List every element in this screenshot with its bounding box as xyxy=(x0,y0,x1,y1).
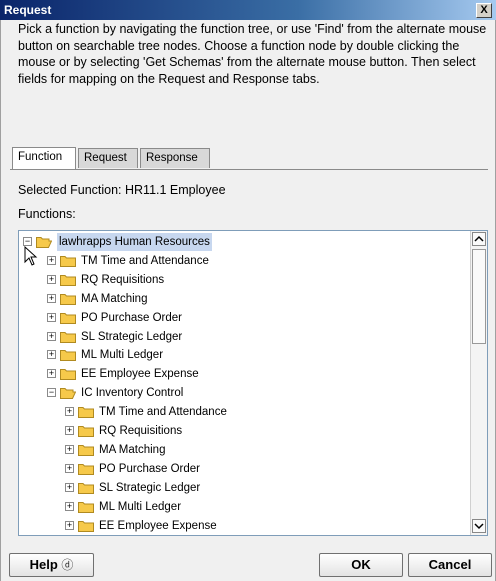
tree-node-label: MA Matching xyxy=(81,292,148,305)
vertical-scrollbar[interactable] xyxy=(470,231,487,535)
tree-node-label: IC Inventory Control xyxy=(81,387,184,400)
help-button[interactable]: Help ⓓ xyxy=(9,553,94,577)
folder-icon xyxy=(60,255,76,267)
tree-node-label: MA Matching xyxy=(99,443,166,456)
expand-icon[interactable]: + xyxy=(47,255,56,265)
folder-icon xyxy=(78,520,94,532)
folder-icon xyxy=(60,331,76,343)
tab-response[interactable]: Response xyxy=(140,148,210,168)
expand-icon[interactable]: + xyxy=(65,444,74,454)
window-title: Request xyxy=(4,3,52,17)
folder-icon xyxy=(78,407,94,419)
help-button-label: Help xyxy=(29,557,58,572)
scroll-down-button[interactable] xyxy=(472,519,486,533)
tab-request[interactable]: Request xyxy=(78,148,138,168)
help-icon: ⓓ xyxy=(61,558,74,572)
tree-node-label: SL Strategic Ledger xyxy=(99,481,201,494)
function-tree[interactable]: − lawhrapps Human Resources + TM Time and A… xyxy=(18,230,488,536)
ok-button[interactable]: OK xyxy=(319,553,403,577)
folder-icon xyxy=(60,312,76,324)
folder-icon xyxy=(78,463,94,475)
folder-icon xyxy=(78,501,94,513)
scroll-up-button[interactable] xyxy=(472,232,486,246)
expand-icon[interactable]: + xyxy=(47,350,56,360)
tree-node-label: ML Multi Ledger xyxy=(99,500,182,513)
functions-label: Functions: xyxy=(18,207,76,221)
collapse-icon[interactable]: − xyxy=(23,237,32,246)
instructions-text: Pick a function by navigating the functi… xyxy=(18,22,487,86)
mouse-cursor-icon xyxy=(24,246,38,266)
tree-node-label: lawhrapps Human Resources xyxy=(57,233,212,251)
folder-icon xyxy=(78,426,94,437)
tree-node-label: PO Purchase Order xyxy=(81,311,182,324)
folder-icon xyxy=(60,350,76,362)
folder-icon xyxy=(60,369,76,381)
expand-icon[interactable]: + xyxy=(47,293,56,303)
expand-icon[interactable]: + xyxy=(65,407,74,417)
tree-node-label: EE Employee Expense xyxy=(81,368,199,381)
scroll-thumb[interactable] xyxy=(472,249,486,344)
chevron-up-icon xyxy=(474,235,484,242)
cancel-button[interactable]: Cancel xyxy=(408,553,492,577)
folder-open-icon xyxy=(36,237,52,248)
tab-function[interactable]: Function xyxy=(12,147,76,169)
collapse-icon[interactable]: − xyxy=(47,388,56,398)
tree-node-label: RQ Requisitions xyxy=(99,425,183,437)
tree-node-label: TM Time and Attendance xyxy=(99,406,227,419)
expand-icon[interactable]: + xyxy=(47,312,56,322)
expand-icon[interactable]: + xyxy=(47,274,56,284)
expand-icon[interactable]: + xyxy=(47,369,56,379)
folder-open-icon xyxy=(60,388,76,400)
tree-node-label: TM Time and Attendance xyxy=(81,254,209,267)
folder-icon xyxy=(78,482,94,494)
chevron-down-icon xyxy=(474,523,484,530)
expand-icon[interactable]: + xyxy=(65,482,74,492)
expand-icon[interactable]: + xyxy=(47,331,56,341)
expand-icon[interactable]: + xyxy=(65,463,74,473)
close-button[interactable]: X xyxy=(476,3,492,18)
expand-icon[interactable]: + xyxy=(65,520,74,530)
tree-node-label: RQ Requisitions xyxy=(81,273,165,286)
tree-node-label: PO Purchase Order xyxy=(99,462,200,475)
tree-node-label: SL Strategic Ledger xyxy=(81,330,183,343)
tree-node-label: EE Employee Expense xyxy=(99,519,217,532)
folder-icon xyxy=(60,293,76,305)
folder-icon xyxy=(78,444,94,456)
title-bar: Request X xyxy=(0,0,496,20)
expand-icon[interactable]: + xyxy=(65,426,74,435)
tree-node-label: ML Multi Ledger xyxy=(81,349,164,362)
selected-function-label: Selected Function: HR11.1 Employee xyxy=(18,183,226,197)
folder-icon xyxy=(60,274,76,286)
expand-icon[interactable]: + xyxy=(65,501,74,511)
